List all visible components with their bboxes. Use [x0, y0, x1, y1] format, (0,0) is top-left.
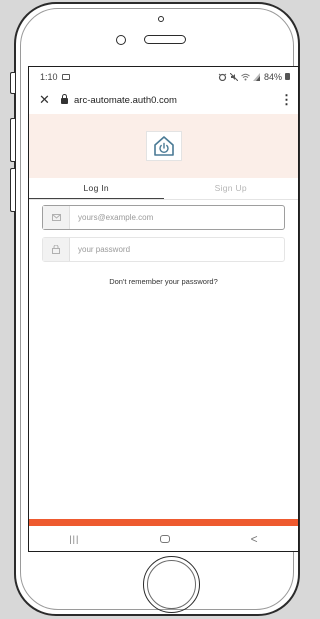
home-nav-icon[interactable]	[160, 534, 170, 543]
recent-apps-icon[interactable]: |||	[69, 534, 79, 544]
battery-percent: 84%	[263, 71, 282, 82]
password-input[interactable]	[70, 238, 284, 261]
wifi-icon	[241, 73, 250, 80]
login-form: Don't remember your password?	[29, 200, 298, 286]
volume-down-button	[10, 168, 15, 212]
browser-url-bar: ✕ arc-automate.auth0.com ⋮	[29, 86, 298, 114]
app-logo	[145, 131, 182, 161]
home-button-ring	[147, 560, 196, 609]
mute-switch	[10, 72, 15, 94]
house-power-icon	[153, 136, 174, 156]
camera-dot	[158, 16, 164, 22]
envelope-icon	[43, 206, 70, 229]
auth-header	[29, 114, 298, 178]
password-field-wrapper	[42, 237, 285, 262]
close-icon[interactable]: ✕	[39, 92, 57, 108]
status-bar: 1:10 84%	[29, 67, 298, 86]
image-notification-icon	[61, 73, 70, 80]
mute-icon	[229, 72, 238, 81]
front-camera	[116, 35, 126, 45]
phone-screen: 1:10 84% ✕ arc-automate.auth0.com ⋮ Log …	[28, 66, 299, 552]
volume-up-button	[10, 118, 15, 162]
url-text[interactable]: arc-automate.auth0.com	[74, 95, 280, 106]
status-time: 1:10	[40, 71, 58, 82]
more-options-icon[interactable]: ⋮	[280, 92, 293, 108]
padlock-icon	[43, 238, 70, 261]
home-button[interactable]	[143, 556, 200, 613]
forgot-password-link[interactable]: Don't remember your password?	[42, 277, 285, 286]
lock-icon	[61, 94, 68, 104]
tab-sign-up[interactable]: Sign Up	[164, 178, 299, 199]
battery-icon	[285, 73, 290, 80]
earpiece-speaker	[144, 35, 186, 44]
back-icon[interactable]: <	[251, 532, 258, 546]
alarm-icon	[218, 73, 227, 81]
submit-bar[interactable]	[29, 519, 298, 526]
signal-icon	[252, 72, 260, 81]
tab-log-in[interactable]: Log In	[29, 178, 164, 199]
android-nav-bar: ||| <	[29, 526, 298, 551]
auth-tabs: Log In Sign Up	[29, 178, 298, 200]
email-field-wrapper	[42, 205, 285, 230]
email-input[interactable]	[70, 206, 284, 229]
